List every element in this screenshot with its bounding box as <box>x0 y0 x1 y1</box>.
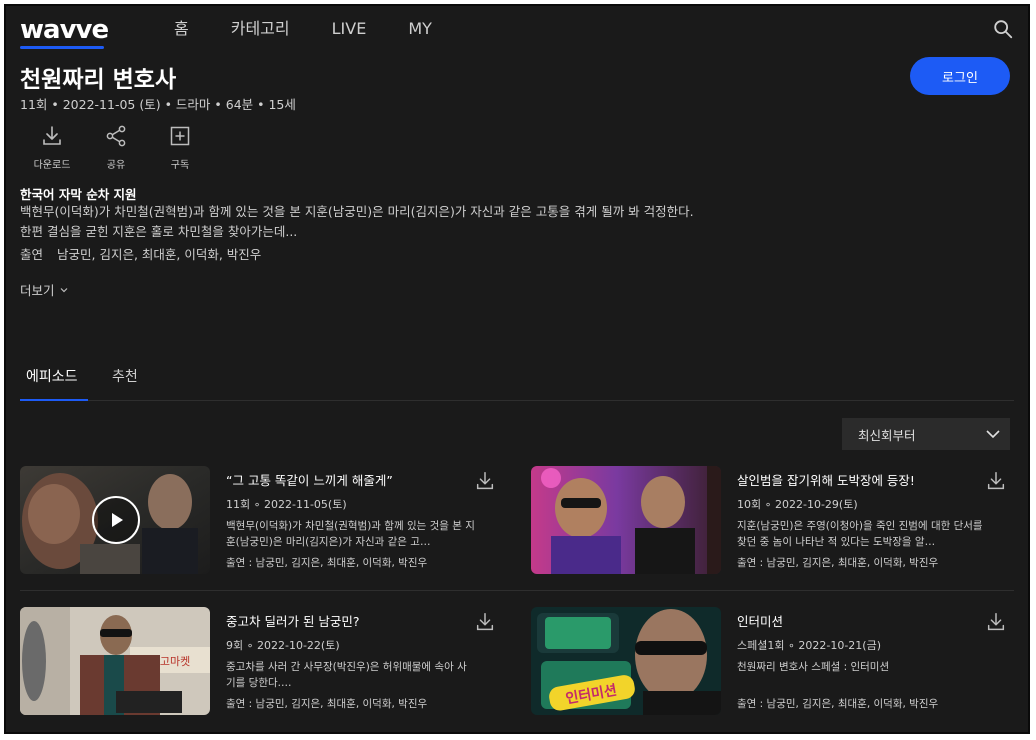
tab-recommend[interactable]: 추천 <box>112 366 138 386</box>
chevron-down-icon <box>60 287 67 292</box>
logo-underline <box>20 46 104 49</box>
nav-live[interactable]: LIVE <box>332 19 367 39</box>
episode-description: 천원짜리 변호사 스페셜 : 인터미션 <box>737 661 890 673</box>
episode-item[interactable]: 중고마켓 중고차 딜러가 된 남궁민? 9회 ∘ 2022-10-22(토) 중… <box>20 607 510 717</box>
download-label: 다운로드 <box>33 160 71 171</box>
download-icon[interactable] <box>474 470 496 492</box>
episode-info: “그 고통 똑같이 느끼게 해줄게” 11회 ∘ 2022-11-05(토) 백… <box>226 472 476 570</box>
episode-title[interactable]: 살인범을 잡기위해 도박장에 등장! <box>737 472 987 490</box>
tab-episodes[interactable]: 에피소드 <box>26 366 78 386</box>
program-description: 백현무(이덕화)가 차민철(권혁범)과 함께 있는 것을 본 지훈(남궁민)은 … <box>20 202 740 242</box>
episode-item[interactable]: 살인범을 잡기위해 도박장에 등장! 10회 ∘ 2022-10-29(토) 지… <box>531 466 1021 576</box>
episode-thumbnail[interactable] <box>531 466 721 574</box>
app-window: wavve 홈 카테고리 LIVE MY 천원짜리 변호사 11회 • 2022… <box>4 4 1030 734</box>
sort-dropdown[interactable]: 최신회부터 <box>842 418 1010 450</box>
wavve-logo[interactable]: wavve <box>20 15 109 56</box>
episode-title[interactable]: “그 고통 똑같이 느끼게 해줄게” <box>226 472 476 490</box>
subtitle-support-note: 한국어 자막 순차 지원 <box>20 187 137 202</box>
episode-cast: 출연 : 남궁민, 김지은, 최대훈, 이덕화, 박진우 <box>737 698 939 710</box>
login-button[interactable]: 로그인 <box>910 57 1010 95</box>
cast-list: 남궁민, 김지은, 최대훈, 이덕화, 박진우 <box>57 247 262 262</box>
episode-info: 인터미션 스페셜1회 ∘ 2022-10-21(금) 천원짜리 변호사 스페셜 … <box>737 613 987 711</box>
episode-date: 9회 ∘ 2022-10-22(토) <box>226 639 340 652</box>
share-button[interactable]: 공유 <box>84 124 148 171</box>
search-icon[interactable] <box>992 18 1014 40</box>
episode-title[interactable]: 중고차 딜러가 된 남궁민? <box>226 613 476 631</box>
nav-home[interactable]: 홈 <box>174 19 189 39</box>
program-cast: 출연 남궁민, 김지은, 최대훈, 이덕화, 박진우 <box>20 244 261 263</box>
chevron-down-icon <box>986 430 1000 439</box>
subscribe-button[interactable]: 구독 <box>148 124 212 171</box>
download-icon[interactable] <box>985 470 1007 492</box>
more-button[interactable]: 더보기 <box>20 280 69 299</box>
download-icon[interactable] <box>474 611 496 633</box>
description-line: 한편 결심을 굳힌 지훈은 홀로 차민철을 찾아가는데... <box>20 224 298 239</box>
episode-info: 살인범을 잡기위해 도박장에 등장! 10회 ∘ 2022-10-29(토) 지… <box>737 472 987 570</box>
episode-description: 백현무(이덕화)가 차민철(권혁범)과 함께 있는 것을 본 지훈(남궁민)은 … <box>226 520 475 548</box>
nav-category[interactable]: 카테고리 <box>231 19 290 39</box>
action-bar: 다운로드 공유 구독 <box>20 124 212 171</box>
episode-info: 중고차 딜러가 된 남궁민? 9회 ∘ 2022-10-22(토) 중고차를 사… <box>226 613 476 711</box>
logo-text: wavve <box>20 15 109 45</box>
episode-date: 11회 ∘ 2022-11-05(토) <box>226 498 347 511</box>
play-icon[interactable] <box>92 496 140 544</box>
download-icon[interactable] <box>985 611 1007 633</box>
download-icon <box>43 126 61 145</box>
program-meta: 11회 • 2022-11-05 (토) • 드라마 • 64분 • 15세 <box>20 97 296 112</box>
subscribe-plus-icon <box>170 126 190 146</box>
episode-item[interactable]: “그 고통 똑같이 느끼게 해줄게” 11회 ∘ 2022-11-05(토) 백… <box>20 466 510 576</box>
episode-thumbnail[interactable]: 인터미션 <box>531 607 721 715</box>
cast-label: 출연 <box>20 247 44 262</box>
download-button[interactable]: 다운로드 <box>20 124 84 171</box>
episode-description: 지훈(남궁민)은 주영(이청아)을 죽인 진범에 대한 단서를 찾던 중 놈이 … <box>737 520 983 548</box>
subscribe-label: 구독 <box>170 160 190 171</box>
episode-date: 스페셜1회 ∘ 2022-10-21(금) <box>737 639 881 652</box>
share-label: 공유 <box>106 160 126 171</box>
episode-thumbnail[interactable]: 중고마켓 <box>20 607 210 715</box>
sort-selected: 최신회부터 <box>858 427 916 443</box>
episode-cast: 출연 : 남궁민, 김지은, 최대훈, 이덕화, 박진우 <box>226 698 428 710</box>
active-tab-indicator <box>20 399 88 401</box>
share-icon <box>106 125 126 147</box>
episode-date: 10회 ∘ 2022-10-29(토) <box>737 498 858 511</box>
main-nav: 홈 카테고리 LIVE MY <box>174 19 474 39</box>
tabs-divider <box>20 400 1014 401</box>
episode-description: 중고차를 사러 간 사무장(박진우)은 허위매물에 속아 사기를 당한다.… <box>226 661 467 689</box>
episode-title[interactable]: 인터미션 <box>737 613 987 631</box>
description-line: 백현무(이덕화)가 차민철(권혁범)과 함께 있는 것을 본 지훈(남궁민)은 … <box>20 204 694 219</box>
episode-cast: 출연 : 남궁민, 김지은, 최대훈, 이덕화, 박진우 <box>737 557 939 569</box>
episode-thumbnail[interactable] <box>20 466 210 574</box>
program-title: 천원짜리 변호사 <box>20 67 177 93</box>
nav-my[interactable]: MY <box>408 19 432 39</box>
episode-item[interactable]: 인터미션 인터미션 스페셜1회 ∘ 2022-10-21(금) 천원짜리 변호사… <box>531 607 1021 717</box>
episode-cast: 출연 : 남궁민, 김지은, 최대훈, 이덕화, 박진우 <box>226 557 428 569</box>
row-divider <box>20 590 1014 591</box>
more-label: 더보기 <box>20 283 55 298</box>
